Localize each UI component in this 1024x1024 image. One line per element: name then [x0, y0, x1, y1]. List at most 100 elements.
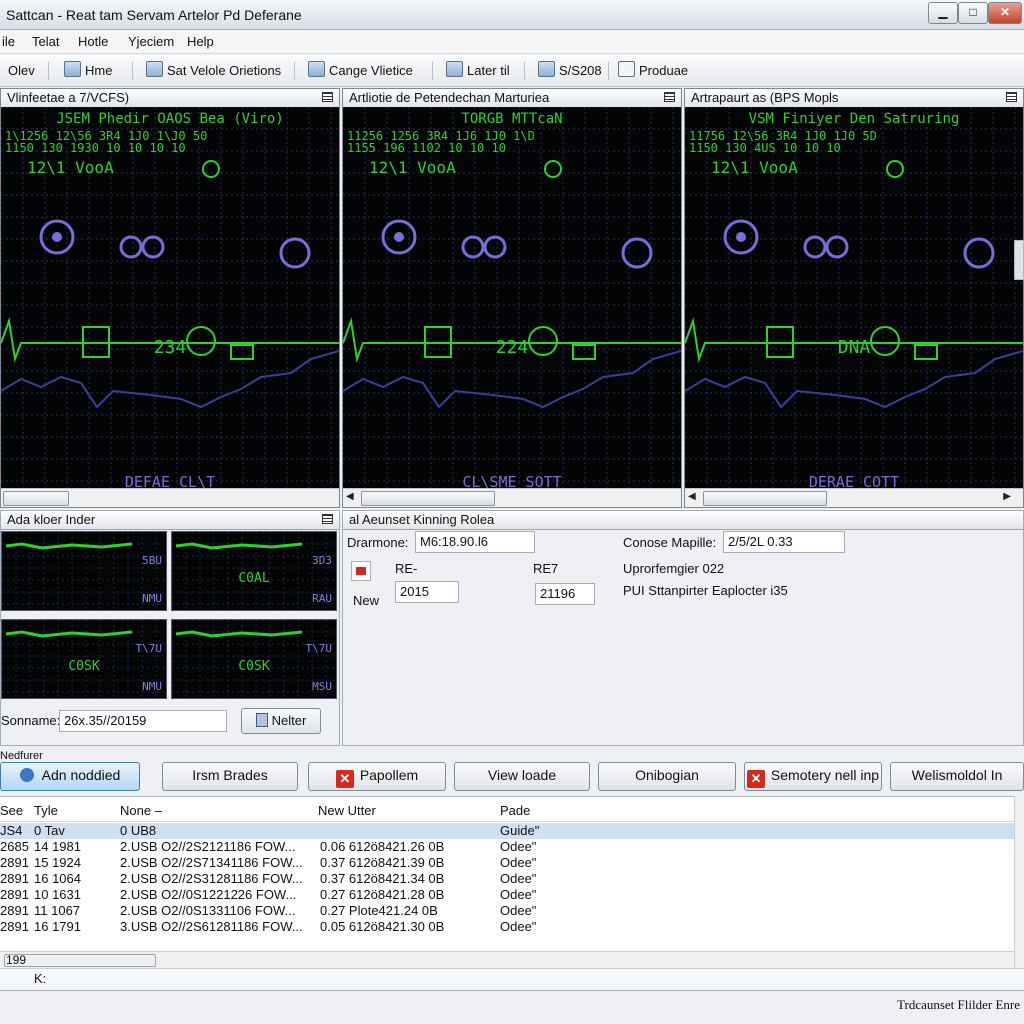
column-header-see[interactable]: See: [0, 803, 23, 818]
mini-scope-value: T\7U: [306, 642, 333, 655]
re7-field[interactable]: 21196: [535, 583, 595, 605]
panel-header: al Aeunset Kinning Rolea: [343, 511, 1023, 530]
panel-menu-icon[interactable]: [664, 92, 675, 102]
column-header-tyle[interactable]: Tyle: [34, 803, 58, 818]
sonname-label: Sonname:: [1, 713, 61, 728]
scroll-left-icon[interactable]: ◀: [688, 491, 696, 502]
mini-scope-value: 3D3: [312, 554, 332, 567]
close-button[interactable]: ✕: [988, 2, 1022, 24]
papollem-label: Papollem: [359, 767, 419, 783]
column-header-new-utter[interactable]: New Utter: [318, 803, 376, 818]
mini-scope: C0SK T\7U NMU: [1, 619, 167, 699]
waveform-trace: [1, 350, 339, 409]
table-row[interactable]: 2891 15 1924 2.USB O2//2S71341186 FOW... 0.…: [0, 855, 1014, 871]
sonname-field[interactable]: 26x.35//20159: [59, 710, 227, 732]
scope-svg: JSEM Phedir OAOS Bea (Viro)1\1256 12\56 …: [1, 107, 339, 489]
scope-svg: TORGB MTTcaN11256 1256 3R4 1J6 1J0 1\D11…: [343, 107, 681, 489]
toolbar-open-button[interactable]: Olev: [0, 61, 35, 81]
panel-menu-icon[interactable]: [1006, 92, 1017, 102]
table-row[interactable]: JS4 0 Tav 0 UB8 Guide": [0, 823, 1014, 839]
toolbar-home-button[interactable]: Hme: [64, 61, 112, 81]
table-cell: 2.USB O2//2S71341186 FOW...: [120, 855, 302, 870]
status-bar: Trdcaunset Flilder Enre: [0, 990, 1024, 1024]
toolbar-change-button[interactable]: Cange Vlietice: [308, 61, 413, 81]
vertical-scroll-thumb[interactable]: [1014, 240, 1024, 280]
menu-yjeciem[interactable]: Yjeciem: [128, 34, 174, 49]
mini-scope-value: MSU: [312, 680, 332, 693]
error-icon: ✕: [746, 770, 765, 788]
table-cell: 2891: [0, 903, 29, 918]
record-icon[interactable]: [351, 561, 371, 581]
title-bar: Sattcan - Reat tam Servam Artelor Pd Def…: [0, 0, 1024, 30]
table-cell: Odee": [500, 903, 537, 918]
view-loade-button[interactable]: View loade: [454, 762, 590, 791]
maximize-button[interactable]: □: [958, 2, 988, 24]
signal-trace: [5, 630, 133, 638]
toolbar-save-button[interactable]: Sat Velole Orietions: [146, 61, 281, 81]
conose-field[interactable]: 2/5/2L 0.33: [723, 531, 845, 553]
scope-footer: CL\SME SOTT: [462, 473, 561, 489]
toolbar-produce-button[interactable]: Produae: [618, 61, 688, 81]
gear-icon: [803, 235, 827, 259]
waveform-trace: [685, 350, 1023, 409]
mini-scope-svg: C0AL 3D3 RAU: [171, 531, 336, 610]
scope-title: VSM Finiyer Den Satruring: [749, 111, 960, 127]
menu-hotle[interactable]: Hotle: [78, 34, 108, 49]
signal-trace: [5, 542, 133, 550]
horizontal-scrollbar[interactable]: ◀: [343, 488, 681, 507]
table-vertical-scrollbar[interactable]: [1014, 796, 1024, 968]
scroll-thumb[interactable]: [4, 954, 156, 967]
horizontal-scrollbar[interactable]: ◀ ▶: [685, 488, 1023, 507]
table-row[interactable]: [0, 935, 1014, 951]
irsm-brades-button[interactable]: Irsm Brades: [162, 762, 298, 791]
minimize-button[interactable]: ▁: [928, 2, 958, 24]
mini-scope-value: RAU: [312, 592, 332, 605]
results-table: See Tyle Nonе – New Utter Pade JS4 0 Tav 0…: [0, 796, 1024, 968]
menu-file[interactable]: ile: [2, 34, 15, 49]
semotery-button[interactable]: ✕ Semotery nell inp: [744, 762, 882, 791]
menu-help[interactable]: Help: [187, 34, 214, 49]
new-label: New: [353, 593, 380, 608]
table-row[interactable]: 2891 16 1064 2.USB O2//2S31281186 FOW... 0.…: [0, 871, 1014, 887]
column-header-none[interactable]: Nonе –: [120, 803, 162, 818]
scroll-thumb[interactable]: [3, 491, 69, 506]
new-field[interactable]: 2015: [395, 581, 459, 603]
welismoldol-button[interactable]: Welismoldol In: [890, 762, 1024, 791]
table-row[interactable]: 2891 16 1791 3.USB O2//2S61281186 FOW... 0.…: [0, 919, 1014, 935]
add-modified-button[interactable]: Adn noddied: [0, 762, 140, 791]
menu-telat[interactable]: Telat: [32, 34, 59, 49]
table-hscroll[interactable]: 199: [0, 951, 1014, 968]
panel-menu-icon[interactable]: [322, 92, 333, 102]
panel-title: Ada kloer Inder: [7, 512, 96, 527]
scroll-thumb[interactable]: [703, 491, 827, 506]
table-row[interactable]: 2685 14 1981 2.USB O2//2S2121186 FOW... 0.0…: [0, 839, 1014, 855]
filter-button[interactable]: Nelter: [241, 708, 321, 734]
table-footer: K:: [0, 968, 1024, 988]
signal-ring: [186, 326, 216, 356]
panel-header: Vlinfeetae a 7/VCFS): [1, 89, 339, 108]
panel-menu-icon[interactable]: [322, 514, 333, 524]
table-row[interactable]: 2891 10 1631 2.USB O2//0S1221226 FOW... 0.2…: [0, 887, 1014, 903]
scope-readout: 224: [496, 337, 529, 358]
onibogian-button[interactable]: Onibogian: [598, 762, 736, 791]
dramone-field[interactable]: M6:18.90.l6: [415, 531, 535, 553]
toolbar-later-button[interactable]: Later til: [446, 61, 510, 81]
table-cell: 0.37 612ö8421.34 0B: [320, 871, 445, 886]
scroll-thumb[interactable]: [361, 491, 495, 506]
semotery-label: Semotery nell inp: [770, 767, 880, 783]
horizontal-scrollbar[interactable]: [1, 488, 339, 507]
table-row[interactable]: 2891 11 1067 2.USB O2//0S1331106 FOW... 0.2…: [0, 903, 1014, 919]
mini-scope-value: NMU: [142, 680, 162, 693]
gear-icon: [461, 235, 485, 259]
papollem-button[interactable]: ✕ Papollem: [308, 762, 446, 791]
scroll-right-icon[interactable]: ▶: [1003, 491, 1011, 502]
scope-footer: DERAE COTT: [809, 473, 899, 489]
scope-tag: 12\1 VooA: [27, 158, 114, 177]
scroll-left-icon[interactable]: ◀: [346, 491, 354, 502]
column-header-pade[interactable]: Pade: [500, 803, 530, 818]
table-cell: 0 Tav: [34, 823, 65, 838]
mini-scope-label: C0SK: [238, 659, 269, 674]
toolbar-scan-button[interactable]: S/S208: [538, 61, 602, 81]
table-cell: Odee": [500, 919, 537, 934]
table-cell: 0 UB8: [120, 823, 157, 838]
